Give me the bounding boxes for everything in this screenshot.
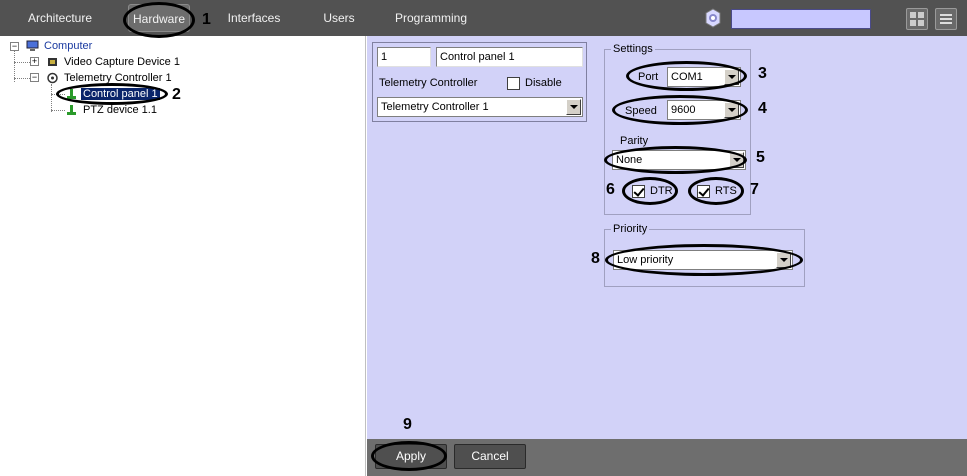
speed-select[interactable]: 9600 [667, 100, 741, 120]
computer-icon [26, 40, 39, 52]
callout-number: 1 [202, 11, 211, 28]
rts-label: RTS [715, 185, 737, 197]
tab-programming[interactable]: Programming [390, 0, 472, 36]
chevron-down-icon[interactable] [724, 102, 739, 118]
cancel-button[interactable]: Cancel [454, 444, 526, 469]
callout-number: 2 [172, 86, 181, 103]
chevron-down-icon[interactable] [724, 69, 739, 85]
dtr-label: DTR [650, 185, 673, 197]
disable-label: Disable [525, 77, 562, 89]
priority-select[interactable]: Low priority [613, 250, 793, 270]
collapse-toggle[interactable]: − [30, 73, 39, 82]
settings-legend: Settings [611, 43, 655, 55]
joystick-icon [65, 88, 78, 100]
chevron-down-icon[interactable] [776, 252, 791, 268]
top-navigation-bar: Architecture Hardware Interfaces Users P… [0, 0, 967, 36]
priority-group: Priority Low priority [604, 223, 805, 287]
settings-group: Settings Port COM1 Speed 9600 Parity Non… [604, 43, 751, 215]
tab-users[interactable]: Users [316, 0, 362, 36]
device-name-field[interactable]: Control panel 1 [436, 47, 583, 67]
parent-controller-select[interactable]: Telemetry Controller 1 [377, 97, 583, 117]
joystick-icon [65, 104, 78, 116]
tree-item-ptz-device[interactable]: PTZ device 1.1 [65, 103, 159, 117]
port-label: Port [638, 71, 659, 83]
tab-hardware[interactable]: Hardware [128, 4, 190, 32]
tree-item-telemetry-controller[interactable]: Telemetry Controller 1 [46, 71, 174, 85]
settings-panel: 1 Control panel 1 Telemetry Controller D… [367, 36, 967, 439]
tree-item-control-panel[interactable]: Control panel 1 [65, 87, 160, 101]
callout-number: 9 [403, 416, 412, 433]
device-id-field[interactable]: 1 [377, 47, 431, 67]
chip-icon [46, 56, 59, 68]
device-properties-group: 1 Control panel 1 Telemetry Controller D… [372, 42, 587, 122]
callout-number: 4 [758, 100, 767, 117]
tab-interfaces[interactable]: Interfaces [220, 0, 288, 36]
layout-icon[interactable] [906, 8, 928, 30]
callout-number: 8 [591, 250, 600, 267]
callout-number: 6 [606, 181, 615, 198]
chevron-down-icon[interactable] [566, 99, 581, 115]
parity-label: Parity [620, 135, 649, 147]
dtr-checkbox[interactable] [632, 185, 645, 198]
tree-item-computer[interactable]: Computer [26, 39, 94, 53]
gear-icon[interactable] [703, 8, 723, 28]
telemetry-icon [46, 72, 59, 84]
callout-number: 3 [758, 65, 767, 82]
tab-architecture[interactable]: Architecture [18, 0, 102, 36]
callout-number: 7 [750, 181, 759, 198]
chevron-down-icon[interactable] [729, 152, 744, 168]
rts-checkbox[interactable] [697, 185, 710, 198]
port-select[interactable]: COM1 [667, 67, 741, 87]
action-bar: Apply Cancel [367, 439, 967, 476]
search-input[interactable] [731, 9, 871, 29]
expand-toggle[interactable]: + [30, 57, 39, 66]
callout-number: 5 [756, 149, 765, 166]
hardware-tree: − Computer + Video Capture Device 1 − Te… [0, 36, 366, 476]
speed-label: Speed [625, 105, 657, 117]
menu-icon[interactable] [935, 8, 957, 30]
tree-item-video-capture-device[interactable]: Video Capture Device 1 [46, 55, 182, 69]
collapse-toggle[interactable]: − [10, 42, 19, 51]
device-type-label: Telemetry Controller [379, 77, 478, 89]
parity-select[interactable]: None [612, 150, 746, 170]
apply-button[interactable]: Apply [375, 444, 447, 469]
disable-checkbox[interactable] [507, 77, 520, 90]
priority-legend: Priority [611, 223, 650, 235]
